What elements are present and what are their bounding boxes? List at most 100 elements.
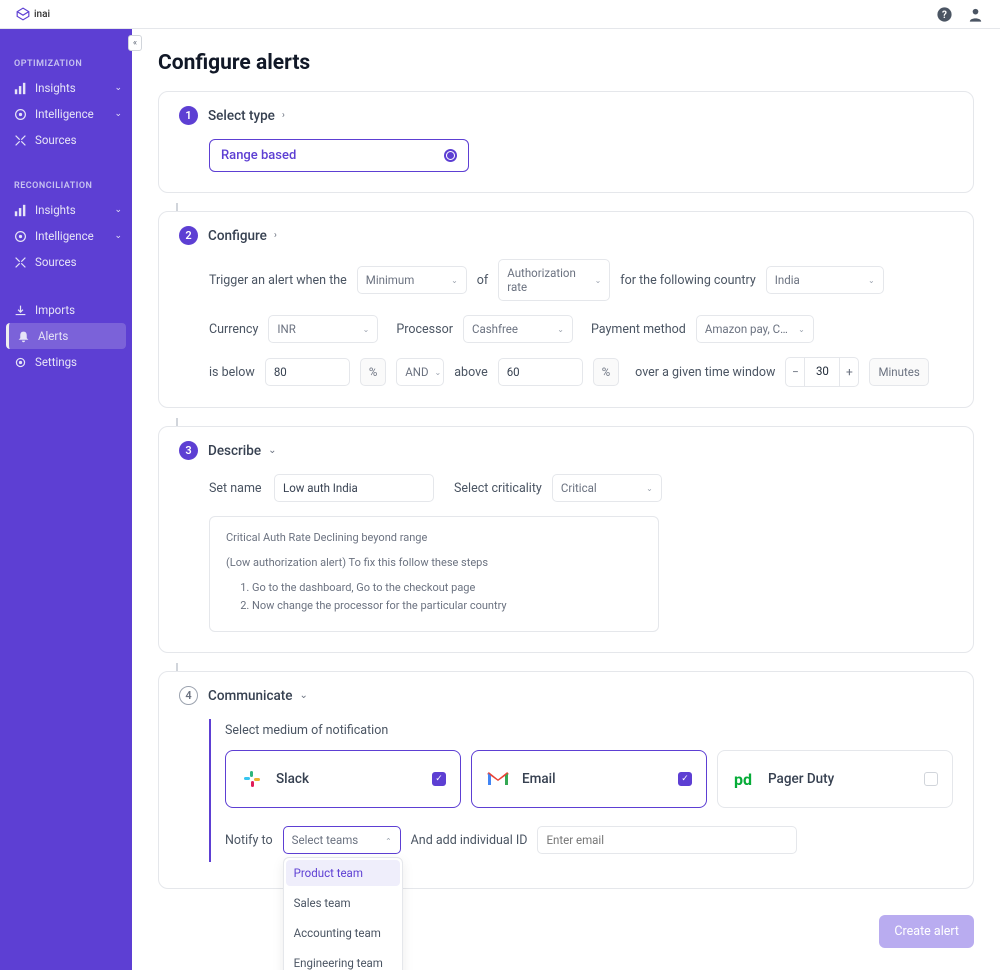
teams-dropdown: Product team Sales team Accounting team … [283, 857, 403, 970]
bell-icon [17, 330, 30, 343]
dropdown-item[interactable]: Engineering team [284, 948, 402, 970]
chevron-down-icon: ⌄ [114, 109, 122, 119]
option-label: Email [522, 771, 666, 787]
chevron-down-icon: ⌄ [268, 445, 276, 456]
option-label: Range based [221, 148, 296, 163]
sidebar-item-settings[interactable]: Settings [0, 349, 132, 375]
step2-card: 2 Configure › Trigger an alert when the … [158, 211, 974, 408]
sidebar-item-label: Imports [35, 303, 75, 317]
name-input[interactable] [274, 474, 434, 502]
sidebar-item-alerts[interactable]: Alerts [6, 323, 126, 349]
logo-icon [16, 7, 30, 21]
sidebar-item-label: Intelligence [35, 107, 94, 121]
country-select[interactable]: India⌄ [766, 266, 884, 294]
brand-name: inai [34, 9, 50, 20]
range-based-option[interactable]: Range based [209, 139, 469, 172]
sidebar-item-label: Sources [35, 255, 77, 269]
step-title: Select type [208, 108, 275, 124]
label: Set name [209, 481, 264, 496]
step1-card: 1 Select type › Range based [158, 91, 974, 193]
connector [176, 203, 178, 211]
sidebar-item-label: Alerts [38, 329, 68, 343]
chevron-right-icon: › [274, 230, 277, 241]
create-alert-button[interactable]: Create alert [879, 915, 974, 948]
connector [176, 418, 178, 426]
sidebar-item-intelligence-2[interactable]: Intelligence⌄ [0, 223, 132, 249]
email-input[interactable] [537, 826, 797, 854]
sidebar-item-label: Intelligence [35, 229, 94, 243]
minmax-select[interactable]: Minimum⌄ [357, 266, 467, 294]
sidebar-item-label: Insights [35, 81, 76, 95]
decrement-button[interactable]: − [785, 357, 805, 387]
dropdown-item[interactable]: Product team [286, 860, 400, 886]
dropdown-item[interactable]: Accounting team [284, 918, 402, 948]
payment-select[interactable]: Amazon pay, Cards, Net...⌄ [696, 315, 814, 343]
increment-button[interactable]: + [839, 357, 859, 387]
sidebar-item-insights[interactable]: Insights⌄ [0, 75, 132, 101]
label: Notify to [225, 833, 273, 848]
step-title: Communicate [208, 688, 293, 704]
checkbox-unchecked-icon [924, 772, 938, 786]
step-number: 1 [179, 106, 198, 125]
sidebar-item-label: Settings [35, 355, 77, 369]
above-input[interactable] [498, 358, 583, 386]
desc-title: Critical Auth Rate Declining beyond rang… [226, 531, 642, 544]
collapse-sidebar-icon[interactable]: « [128, 35, 142, 51]
connector [176, 663, 178, 671]
desc-subtitle: (Low authorization alert) To fix this fo… [226, 556, 642, 569]
tools-icon [14, 134, 27, 147]
gear-icon [14, 356, 27, 369]
tools-icon [14, 256, 27, 269]
teams-select[interactable]: Select teams⌄ [283, 826, 401, 854]
sidebar-item-sources-2[interactable]: Sources [0, 249, 132, 275]
svg-text:?: ? [942, 10, 947, 21]
sidebar-item-intelligence[interactable]: Intelligence ⌄ [0, 101, 132, 127]
step3-card: 3 Describe ⌄ Set name Select criticality… [158, 426, 974, 653]
window-value[interactable]: 30 [805, 357, 839, 387]
sidebar-item-imports[interactable]: Imports [0, 297, 132, 323]
step-title: Describe [208, 443, 261, 459]
chart-icon [14, 82, 27, 95]
desc-step: Now change the processor for the particu… [252, 599, 642, 612]
percent-unit: % [360, 358, 386, 386]
brain-icon [14, 108, 27, 121]
pagerduty-icon: pd [732, 767, 756, 791]
svg-text:pd: pd [734, 770, 752, 789]
email-option[interactable]: Email ✓ [471, 750, 707, 808]
slack-icon [240, 767, 264, 791]
criticality-select[interactable]: Critical⌄ [552, 474, 662, 502]
sidebar-item-label: Insights [35, 203, 76, 217]
step-title: Configure [208, 228, 267, 244]
brand-logo[interactable]: inai [16, 7, 50, 21]
dropdown-item[interactable]: Sales team [284, 888, 402, 918]
slack-option[interactable]: Slack ✓ [225, 750, 461, 808]
checkbox-checked-icon: ✓ [432, 772, 446, 786]
currency-select[interactable]: INR⌄ [268, 315, 378, 343]
step-number: 2 [179, 226, 198, 245]
option-label: Slack [276, 771, 420, 787]
user-icon[interactable] [967, 6, 984, 23]
sidebar-item-sources[interactable]: Sources [0, 127, 132, 153]
chevron-right-icon: › [282, 110, 285, 121]
sidebar: « OPTIMIZATION Insights⌄ Intelligence⌄ S… [0, 29, 132, 970]
processor-select[interactable]: Cashfree⌄ [463, 315, 573, 343]
gmail-icon [486, 767, 510, 791]
window-unit-select[interactable]: Minutes [869, 358, 929, 386]
logic-select[interactable]: AND⌄ [396, 358, 444, 386]
sidebar-item-insights-2[interactable]: Insights⌄ [0, 197, 132, 223]
label: is below [209, 365, 255, 380]
label: Currency [209, 322, 258, 337]
label: for the following country [620, 273, 755, 288]
step-number: 3 [179, 441, 198, 460]
help-icon[interactable]: ? [936, 6, 953, 23]
sidebar-section-title: RECONCILIATION [0, 175, 132, 197]
label: And add individual ID [411, 833, 528, 848]
chart-icon [14, 204, 27, 217]
description-box[interactable]: Critical Auth Rate Declining beyond rang… [209, 516, 659, 632]
pagerduty-option[interactable]: pd Pager Duty [717, 750, 953, 808]
label: Select criticality [454, 481, 542, 496]
below-input[interactable] [265, 358, 350, 386]
sidebar-section-title: OPTIMIZATION [0, 53, 132, 75]
step-number: 4 [179, 686, 198, 705]
metric-select[interactable]: Authorization rate⌄ [498, 259, 610, 301]
